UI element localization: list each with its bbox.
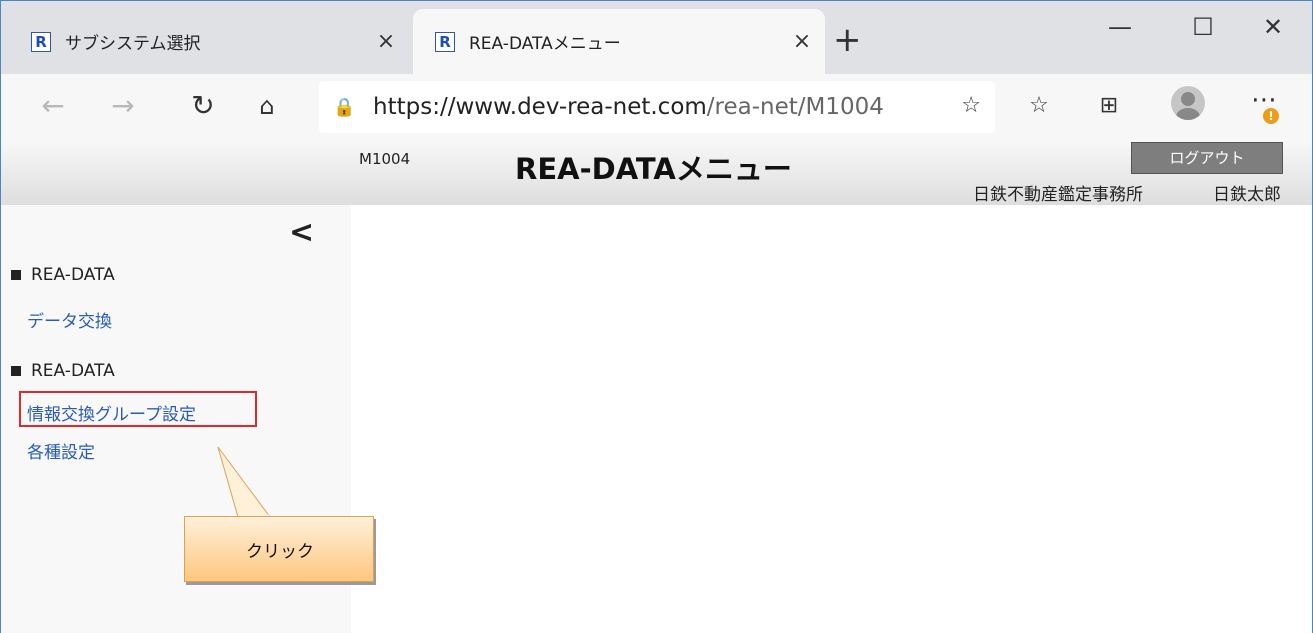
close-tab-icon[interactable]: × bbox=[787, 29, 817, 54]
screen-id: M1004 bbox=[359, 150, 411, 168]
tab-title: REA-DATAメニュー bbox=[469, 34, 621, 54]
sidebar-section-title: REA-DATA bbox=[11, 265, 115, 285]
lock-icon[interactable]: 🔒 bbox=[333, 97, 355, 118]
browser-window: R サブシステム選択 × R REA-DATAメニュー × + — ☐ ✕ ← … bbox=[0, 0, 1313, 633]
section-label: REA-DATA bbox=[31, 265, 115, 285]
home-icon[interactable]: ⌂ bbox=[245, 84, 289, 128]
url-host: https://www.dev-rea-net.com bbox=[373, 94, 707, 120]
minimize-icon[interactable]: — bbox=[1095, 13, 1145, 41]
collections-icon[interactable]: ⊞ bbox=[1087, 84, 1131, 128]
menu-link-data-exchange[interactable]: データ交換 bbox=[27, 307, 112, 332]
section-label: REA-DATA bbox=[31, 361, 115, 381]
maximize-icon[interactable]: ☐ bbox=[1178, 13, 1228, 41]
tab-strip: R サブシステム選択 × R REA-DATAメニュー × + — ☐ ✕ bbox=[1, 1, 1312, 74]
callout-text: クリック bbox=[246, 542, 314, 562]
close-tab-icon[interactable]: × bbox=[371, 29, 401, 54]
logout-button[interactable]: ログアウト bbox=[1131, 142, 1283, 174]
more-options-icon[interactable]: ⋯ bbox=[1251, 87, 1277, 113]
callout-box: クリック bbox=[184, 516, 374, 582]
url-path: /rea-net/M1004 bbox=[706, 94, 884, 120]
refresh-icon[interactable]: ↻ bbox=[181, 84, 225, 128]
tab-title: サブシステム選択 bbox=[65, 34, 201, 54]
click-callout: クリック bbox=[184, 446, 376, 587]
address-bar[interactable]: 🔒 https://www.dev-rea-net.com/rea-net/M1… bbox=[319, 81, 995, 133]
main-content bbox=[351, 205, 1312, 633]
sidebar-section-title: REA-DATA bbox=[11, 361, 115, 381]
square-bullet-icon bbox=[11, 270, 21, 280]
profile-avatar[interactable] bbox=[1171, 86, 1205, 120]
tab-rea-data-menu[interactable]: R REA-DATAメニュー × bbox=[413, 9, 825, 74]
url-text: https://www.dev-rea-net.com/rea-net/M100… bbox=[373, 94, 884, 120]
tab-subsystem-select[interactable]: R サブシステム選択 × bbox=[1, 9, 409, 74]
callout-pointer bbox=[217, 446, 271, 518]
menu-link-various-settings[interactable]: 各種設定 bbox=[27, 438, 95, 463]
favorites-icon[interactable]: ☆ bbox=[1017, 84, 1061, 128]
rea-favicon-icon: R bbox=[435, 31, 455, 52]
back-icon[interactable]: ← bbox=[31, 84, 75, 128]
user-name: 日鉄太郎 bbox=[1213, 185, 1281, 205]
collapse-sidebar-icon[interactable]: < bbox=[289, 215, 314, 250]
office-name: 日鉄不動産鑑定事務所 bbox=[973, 185, 1143, 205]
new-tab-icon[interactable]: + bbox=[833, 23, 862, 57]
rea-favicon-icon: R bbox=[31, 31, 51, 52]
update-badge: ! bbox=[1263, 108, 1279, 124]
forward-icon[interactable]: → bbox=[101, 84, 145, 128]
close-window-icon[interactable]: ✕ bbox=[1248, 13, 1298, 41]
app-header: M1004 REA-DATAメニュー ログアウト 日鉄不動産鑑定事務所 日鉄太郎 bbox=[1, 142, 1312, 205]
add-favorite-icon[interactable]: ☆ bbox=[961, 93, 981, 118]
navigation-bar: ← → ↻ ⌂ 🔒 https://www.dev-rea-net.com/re… bbox=[1, 74, 1312, 142]
square-bullet-icon bbox=[11, 366, 21, 376]
page-title: REA-DATAメニュー bbox=[515, 152, 792, 186]
menu-link-info-exchange-group-settings[interactable]: 情報交換グループ設定 bbox=[27, 400, 196, 425]
